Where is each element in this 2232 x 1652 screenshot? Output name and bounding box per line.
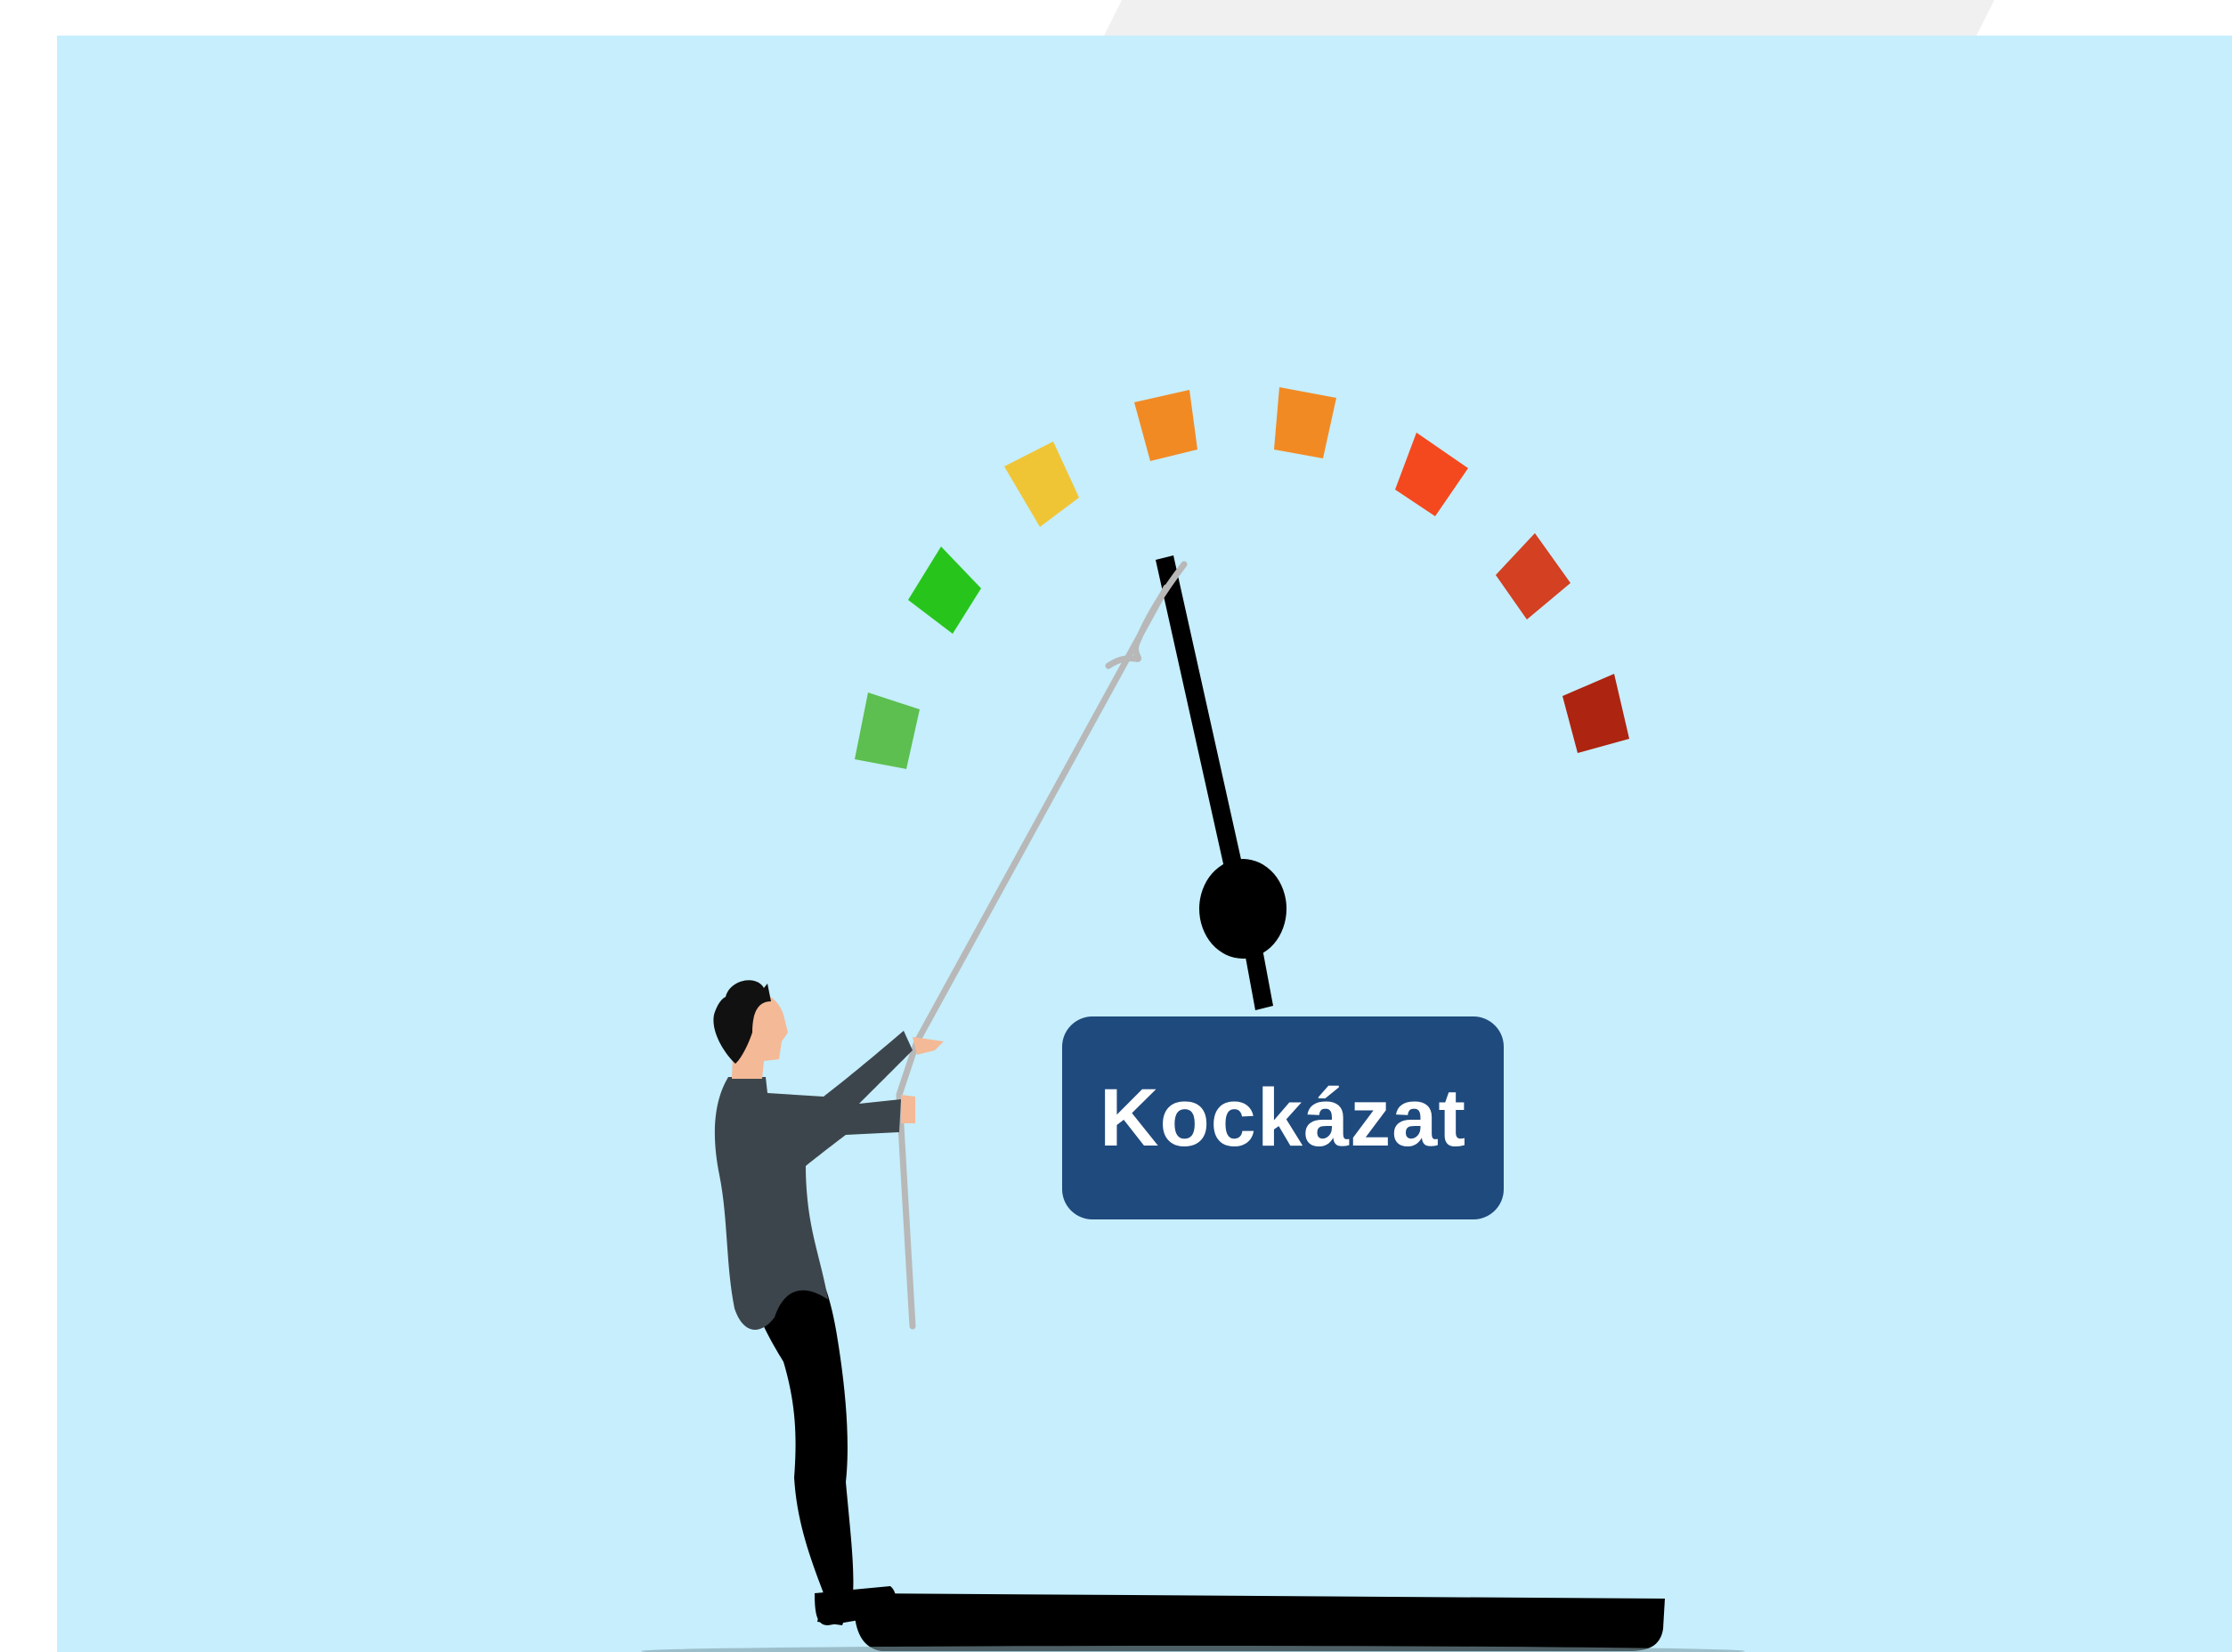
gauge-segment-2 [908,547,981,634]
legs [748,1282,854,1625]
gauge-needle [1156,555,1286,1010]
gauge-segment-3 [1004,441,1079,527]
risk-gauge-illustration [641,387,1745,1652]
risk-label-box: Kockázat [1062,1016,1504,1219]
gauge-scale [855,387,1629,769]
gauge-segment-7 [1496,533,1571,620]
risk-label-text: Kockázat [1100,1072,1466,1163]
gauge-segment-1 [855,692,920,769]
gauge-segment-5 [1274,387,1336,458]
gauge-segment-6 [1395,433,1468,516]
gauge-segment-8 [1562,674,1629,753]
gauge-segment-4 [1134,390,1197,461]
head [713,980,788,1079]
laptop-base [641,1593,1745,1652]
illustration-canvas: Kockázat [0,0,2232,1652]
